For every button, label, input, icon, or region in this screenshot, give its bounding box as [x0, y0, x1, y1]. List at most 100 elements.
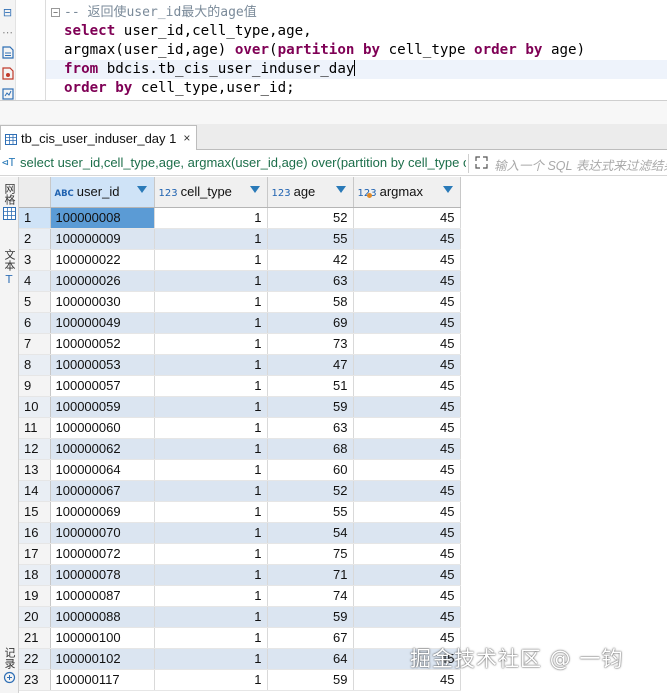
table-cell[interactable]: 1 [154, 333, 268, 355]
table-cell[interactable]: 74 [267, 585, 354, 607]
table-cell[interactable]: 100000052 [50, 333, 155, 355]
row-number[interactable]: 4 [19, 270, 51, 292]
table-cell[interactable]: 68 [267, 438, 354, 460]
row-number[interactable]: 7 [19, 333, 51, 355]
table-cell[interactable]: 75 [267, 543, 354, 565]
table-cell[interactable]: 100000057 [50, 375, 155, 397]
column-header-cell-type[interactable]: 123 cell_type [154, 177, 268, 208]
table-cell[interactable]: 1 [154, 648, 268, 670]
table-cell[interactable]: 1 [154, 585, 268, 607]
more-icon[interactable]: ⋯ [1, 26, 14, 39]
table-cell[interactable]: 67 [267, 627, 354, 649]
sql-editor[interactable]: ⊟ ⋯ − -- 返回使user_id最大的age值 select user_i… [0, 0, 667, 101]
table-row[interactable]: 17 100000072 1 75 45 [19, 543, 461, 565]
table-cell[interactable]: 100000009 [50, 228, 155, 250]
table-cell[interactable]: 1 [154, 396, 268, 418]
filter-input[interactable]: 输入一个 SQL 表达式来过滤结果 [494, 155, 667, 174]
table-row[interactable]: 1 100000008 1 52 45 [19, 207, 461, 229]
table-cell[interactable]: 100000059 [50, 396, 155, 418]
table-row[interactable]: 5 100000030 1 58 45 [19, 291, 461, 313]
table-row[interactable]: 2 100000009 1 55 45 [19, 228, 461, 250]
row-number[interactable]: 23 [19, 669, 51, 691]
table-cell[interactable]: 1 [154, 564, 268, 586]
table-cell[interactable]: 63 [267, 270, 354, 292]
table-cell[interactable]: 100000072 [50, 543, 155, 565]
table-row[interactable]: 20 100000088 1 59 45 [19, 606, 461, 628]
table-cell[interactable]: 1 [154, 249, 268, 271]
row-number[interactable]: 13 [19, 459, 51, 481]
table-cell[interactable]: 1 [154, 417, 268, 439]
row-number[interactable]: 2 [19, 228, 51, 250]
table-cell[interactable]: 100000088 [50, 606, 155, 628]
table-row[interactable]: 21 100000100 1 67 45 [19, 627, 461, 649]
table-cell[interactable]: 45 [353, 333, 461, 355]
row-number[interactable]: 8 [19, 354, 51, 376]
table-cell[interactable]: 100000067 [50, 480, 155, 502]
table-cell[interactable]: 45 [353, 585, 461, 607]
table-cell[interactable]: 45 [353, 543, 461, 565]
sort-arrow-icon[interactable] [136, 186, 147, 193]
result-grid[interactable]: ABCuser_id 123cell_type 123age 123argmax… [19, 177, 667, 693]
close-icon[interactable]: × [183, 131, 190, 145]
table-row[interactable]: 14 100000067 1 52 45 [19, 480, 461, 502]
table-cell[interactable]: 59 [267, 669, 354, 691]
filter-icon[interactable]: ⊲T [2, 156, 15, 169]
table-cell[interactable]: 60 [267, 459, 354, 481]
script-icon[interactable] [1, 46, 14, 59]
table-cell[interactable]: 100000100 [50, 627, 155, 649]
table-cell[interactable]: 100000069 [50, 501, 155, 523]
row-number[interactable]: 1 [19, 207, 51, 229]
table-cell[interactable]: 45 [353, 438, 461, 460]
table-row[interactable]: 16 100000070 1 54 45 [19, 522, 461, 544]
column-header-user-id[interactable]: ABC user_id [50, 177, 155, 208]
table-cell[interactable]: 73 [267, 333, 354, 355]
table-row[interactable]: 8 100000053 1 47 45 [19, 354, 461, 376]
table-cell[interactable]: 1 [154, 270, 268, 292]
table-cell[interactable]: 45 [353, 312, 461, 334]
sort-arrow-icon[interactable] [249, 186, 260, 193]
table-row[interactable]: 13 100000064 1 60 45 [19, 459, 461, 481]
table-cell[interactable]: 100000062 [50, 438, 155, 460]
table-cell[interactable]: 100000026 [50, 270, 155, 292]
table-cell[interactable]: 71 [267, 564, 354, 586]
table-row[interactable]: 4 100000026 1 63 45 [19, 270, 461, 292]
table-cell[interactable]: 45 [353, 606, 461, 628]
collapse-icon[interactable]: ⊟ [1, 6, 14, 19]
table-cell[interactable]: 1 [154, 480, 268, 502]
table-cell[interactable]: 1 [154, 228, 268, 250]
table-row[interactable]: 11 100000060 1 63 45 [19, 417, 461, 439]
table-row[interactable]: 7 100000052 1 73 45 [19, 333, 461, 355]
table-cell[interactable]: 45 [353, 459, 461, 481]
corner-cell[interactable] [19, 177, 51, 208]
table-cell[interactable]: 100000117 [50, 669, 155, 691]
table-cell[interactable]: 45 [353, 228, 461, 250]
table-cell[interactable]: 52 [267, 207, 354, 229]
table-cell[interactable]: 52 [267, 480, 354, 502]
table-cell[interactable]: 63 [267, 417, 354, 439]
table-cell[interactable]: 100000030 [50, 291, 155, 313]
table-cell[interactable]: 45 [353, 354, 461, 376]
table-row[interactable]: 6 100000049 1 69 45 [19, 312, 461, 334]
table-cell[interactable]: 1 [154, 522, 268, 544]
row-number[interactable]: 9 [19, 375, 51, 397]
table-cell[interactable]: 45 [353, 480, 461, 502]
table-cell[interactable]: 45 [353, 375, 461, 397]
table-cell[interactable]: 69 [267, 312, 354, 334]
table-cell[interactable]: 100000060 [50, 417, 155, 439]
table-row[interactable]: 12 100000062 1 68 45 [19, 438, 461, 460]
table-cell[interactable]: 1 [154, 291, 268, 313]
table-cell[interactable]: 45 [353, 396, 461, 418]
table-cell[interactable]: 45 [353, 564, 461, 586]
sort-arrow-icon[interactable] [442, 186, 453, 193]
row-number[interactable]: 16 [19, 522, 51, 544]
table-cell[interactable]: 55 [267, 228, 354, 250]
table-cell[interactable]: 1 [154, 459, 268, 481]
editor-splitter[interactable] [0, 100, 667, 124]
tab-result[interactable]: tb_cis_user_induser_day 1 × [0, 125, 198, 150]
grid-view-tab[interactable]: 网格 [0, 183, 18, 222]
export-icon[interactable] [1, 67, 14, 80]
table-cell[interactable]: 59 [267, 606, 354, 628]
table-row[interactable]: 22 100000102 1 64 45 [19, 648, 461, 670]
table-cell[interactable]: 100000078 [50, 564, 155, 586]
row-number[interactable]: 10 [19, 396, 51, 418]
